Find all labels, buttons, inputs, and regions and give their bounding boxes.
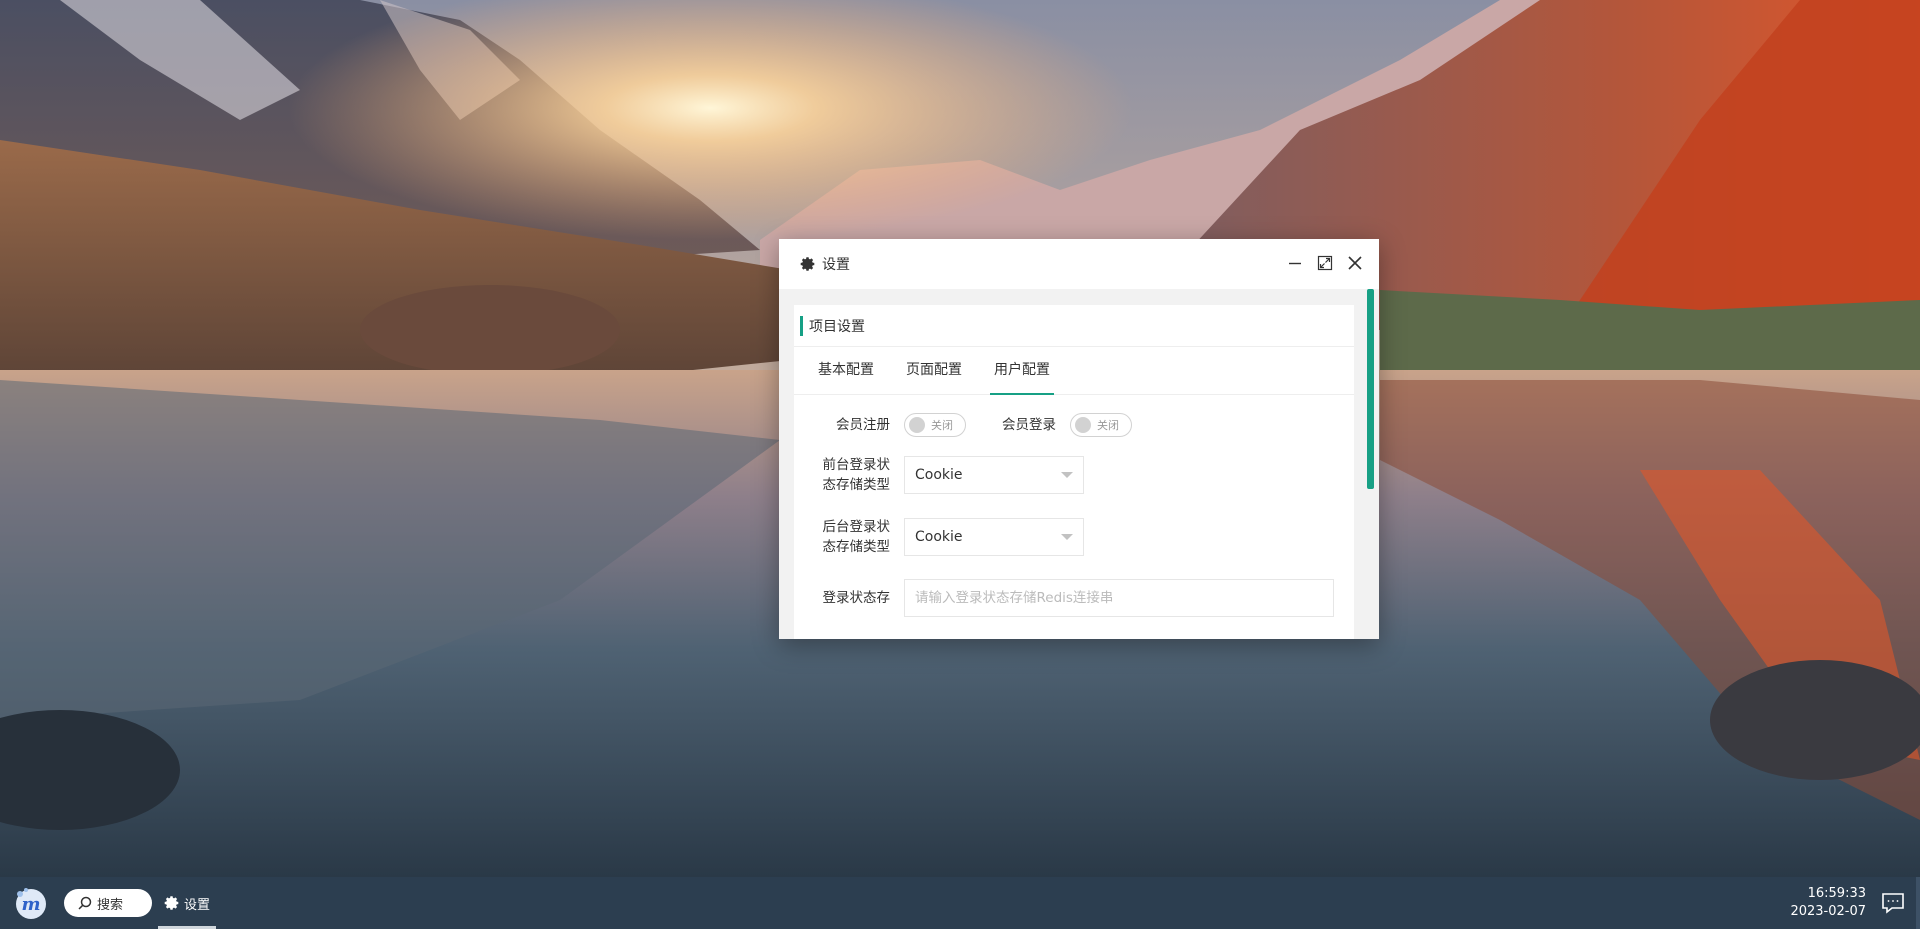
form-row-front-login-storage: 前台登录状 态存储类型 Cookie (794, 455, 1354, 495)
system-clock[interactable]: 16:59:33 2023-02-07 (1790, 885, 1866, 921)
label-line: 态存储类型 (822, 477, 891, 493)
window-title: 设置 (822, 257, 850, 273)
form-row-member-switches: 会员注册 关闭 会员登录 关闭 (794, 413, 1354, 437)
switch-state-text: 关闭 (1097, 419, 1119, 432)
clock-date: 2023-02-07 (1790, 904, 1866, 919)
member-register-label: 会员注册 (836, 417, 890, 433)
tab-page-config[interactable]: 页面配置 (890, 347, 978, 394)
scrollbar-thumb[interactable] (1367, 289, 1374, 489)
app-logo-icon[interactable]: m (10, 883, 50, 923)
minimize-icon[interactable] (1285, 253, 1305, 273)
front-login-storage-label: 前台登录状 态存储类型 (794, 455, 904, 495)
label-line: 后台登录状 (822, 519, 891, 535)
label-line: 前台登录状 (822, 457, 891, 473)
select-value: Cookie (915, 529, 963, 545)
back-login-storage-label: 后台登录状 态存储类型 (794, 517, 904, 557)
taskbar-item-settings[interactable]: 设置 (158, 877, 217, 929)
login-state-redis-input[interactable] (904, 579, 1334, 617)
search-label: 搜索 (97, 897, 124, 913)
front-login-storage-select[interactable]: Cookie (904, 456, 1084, 494)
window-titlebar[interactable]: 设置 (779, 239, 1379, 289)
scrollbar[interactable] (1367, 289, 1375, 639)
caret-down-icon (1061, 534, 1073, 540)
card-header: 项目设置 (794, 305, 1354, 347)
switch-knob (1075, 417, 1091, 433)
switch-knob (909, 417, 925, 433)
tab-user-config[interactable]: 用户配置 (978, 347, 1066, 395)
settings-window: 设置 项目设置 基本配置 页面配置 用户配置 会员注册 关闭 会员登录 关闭 前… (779, 239, 1379, 639)
show-desktop-button[interactable] (1916, 877, 1920, 929)
svg-text:m: m (21, 894, 40, 915)
close-icon[interactable] (1345, 253, 1365, 273)
select-value: Cookie (915, 467, 963, 483)
clock-time: 16:59:33 (1807, 886, 1866, 901)
taskbar: m 搜索 设置 16:59:33 2023-02-07 (0, 877, 1920, 929)
settings-panel: 项目设置 基本配置 页面配置 用户配置 会员注册 关闭 会员登录 关闭 前台登录… (794, 305, 1354, 639)
tab-basic-config[interactable]: 基本配置 (802, 347, 890, 394)
gear-icon (164, 896, 179, 910)
accent-bar (800, 315, 803, 336)
member-register-switch[interactable]: 关闭 (904, 413, 966, 437)
label-line: 态存储类型 (822, 539, 891, 555)
card-title: 项目设置 (809, 318, 865, 335)
form-row-back-login-storage: 后台登录状 态存储类型 Cookie (794, 517, 1354, 557)
gear-icon (800, 257, 815, 271)
tab-bar: 基本配置 页面配置 用户配置 (794, 347, 1354, 395)
taskbar-search-button[interactable]: 搜索 (64, 889, 152, 917)
form-row-login-state-redis: 登录状态存 (794, 579, 1354, 617)
login-state-redis-label: 登录状态存 (822, 590, 891, 606)
maximize-icon[interactable] (1315, 253, 1335, 273)
search-icon (78, 896, 92, 910)
member-login-label: 会员登录 (1002, 417, 1056, 433)
message-icon[interactable] (1878, 888, 1908, 918)
member-login-switch[interactable]: 关闭 (1070, 413, 1132, 437)
window-controls (1285, 253, 1365, 273)
taskbar-item-label: 设置 (184, 897, 211, 913)
user-config-form: 会员注册 关闭 会员登录 关闭 前台登录状 态存储类型 Cookie 后台登录状… (794, 395, 1354, 617)
back-login-storage-select[interactable]: Cookie (904, 518, 1084, 556)
caret-down-icon (1061, 472, 1073, 478)
switch-state-text: 关闭 (931, 419, 953, 432)
